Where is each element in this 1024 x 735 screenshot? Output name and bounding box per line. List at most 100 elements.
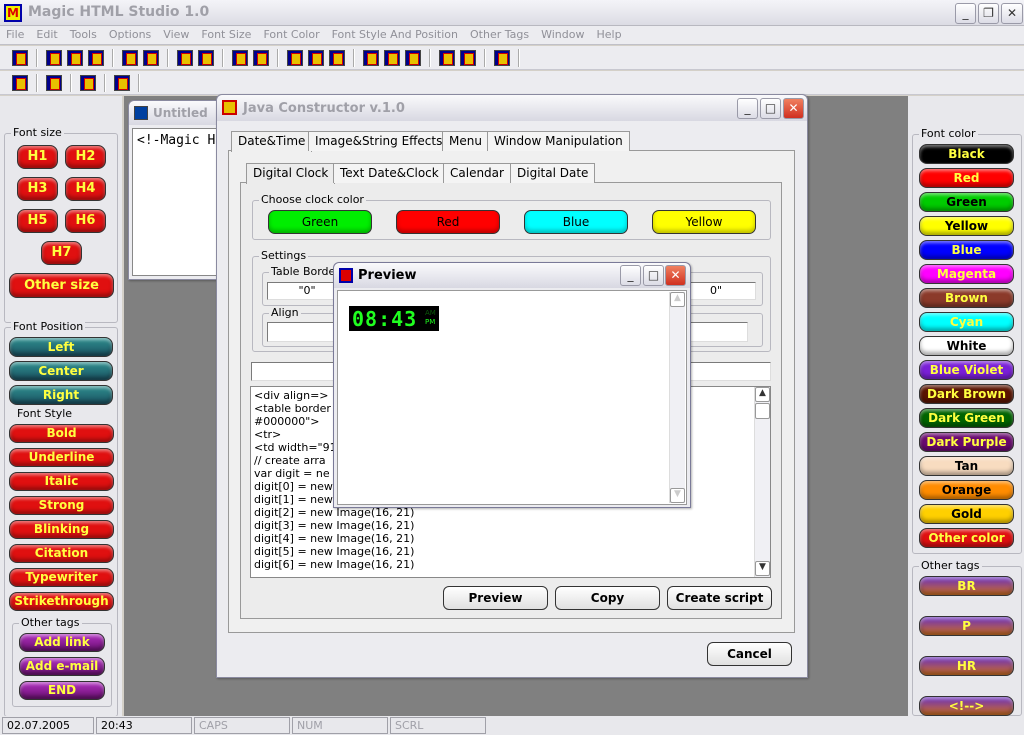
color-tan-button[interactable]: Tan — [919, 456, 1014, 476]
clock-color-blue-button[interactable]: Blue — [524, 210, 628, 234]
menu-font-style-and-position[interactable]: Font Style And Position — [326, 26, 464, 44]
clock-color-green-button[interactable]: Green — [268, 210, 372, 234]
toolbar-icon-button[interactable] — [46, 74, 62, 91]
java-maximize-button[interactable]: □ — [760, 98, 781, 119]
toolbar-icon-button[interactable] — [80, 74, 96, 91]
color-orange-button[interactable]: Orange — [919, 480, 1014, 500]
menu-font-color[interactable]: Font Color — [257, 26, 325, 44]
align-right-button[interactable]: Right — [9, 385, 113, 405]
preview-scrollbar[interactable]: ▲ ▼ — [669, 292, 685, 503]
color-brown-button[interactable]: Brown — [919, 288, 1014, 308]
color-gold-button[interactable]: Gold — [919, 504, 1014, 524]
menu-font-size[interactable]: Font Size — [195, 26, 257, 44]
color-dark-green-button[interactable]: Dark Green — [919, 408, 1014, 428]
toolbar-icon-button[interactable] — [253, 49, 269, 66]
style-blinking-button[interactable]: Blinking — [9, 520, 114, 539]
preview-scroll-up-icon[interactable]: ▲ — [670, 292, 685, 307]
java-minimize-button[interactable]: _ — [737, 98, 758, 119]
font-size-h5-button[interactable]: H5 — [17, 209, 58, 233]
cancel-button[interactable]: Cancel — [707, 642, 792, 666]
color-green-button[interactable]: Green — [919, 192, 1014, 212]
subtab-digital-date[interactable]: Digital Date — [510, 163, 596, 183]
close-button[interactable]: ✕ — [1001, 3, 1023, 24]
tag-hr-button[interactable]: HR — [919, 656, 1014, 676]
tag-end-button[interactable]: END — [19, 681, 105, 700]
align-center-button[interactable]: Center — [9, 361, 113, 381]
color-other-color-button[interactable]: Other color — [919, 528, 1014, 548]
tag-add-e-mail-button[interactable]: Add e-mail — [19, 657, 105, 676]
tab-image-string-effects[interactable]: Image&String Effects — [308, 131, 450, 151]
color-white-button[interactable]: White — [919, 336, 1014, 356]
minimize-button[interactable]: _ — [955, 3, 976, 24]
font-size-h4-button[interactable]: H4 — [65, 177, 106, 201]
menu-options[interactable]: Options — [103, 26, 157, 44]
toolbar-icon-button[interactable] — [67, 49, 83, 66]
menu-tools[interactable]: Tools — [64, 26, 103, 44]
tab-menu[interactable]: Menu — [442, 131, 489, 151]
toolbar-icon-button[interactable] — [177, 49, 193, 66]
toolbar-icon-button[interactable] — [287, 49, 303, 66]
menu-other-tags[interactable]: Other Tags — [464, 26, 535, 44]
color-dark-purple-button[interactable]: Dark Purple — [919, 432, 1014, 452]
clock-color-yellow-button[interactable]: Yellow — [652, 210, 756, 234]
tag-add-link-button[interactable]: Add link — [19, 633, 105, 652]
menu-file[interactable]: File — [0, 26, 30, 44]
other-size-button[interactable]: Other size — [9, 273, 114, 298]
toolbar-icon-button[interactable] — [329, 49, 345, 66]
subtab-calendar[interactable]: Calendar — [443, 163, 511, 183]
style-typewriter-button[interactable]: Typewriter — [9, 568, 114, 587]
preview-scroll-down-icon[interactable]: ▼ — [670, 488, 685, 503]
style-bold-button[interactable]: Bold — [9, 424, 114, 443]
scroll-up-icon[interactable]: ▲ — [755, 387, 770, 402]
tab-date-time[interactable]: Date&Time — [231, 131, 313, 152]
tag-p-button[interactable]: P — [919, 616, 1014, 636]
toolbar-icon-button[interactable] — [308, 49, 324, 66]
color-magenta-button[interactable]: Magenta — [919, 264, 1014, 284]
create-script-button[interactable]: Create script — [667, 586, 772, 610]
toolbar-icon-button[interactable] — [439, 49, 455, 66]
toolbar-icon-button[interactable] — [363, 49, 379, 66]
toolbar-icon-button[interactable] — [460, 49, 476, 66]
style-underline-button[interactable]: Underline — [9, 448, 114, 467]
toolbar-icon-button[interactable] — [88, 49, 104, 66]
color-cyan-button[interactable]: Cyan — [919, 312, 1014, 332]
font-size-h3-button[interactable]: H3 — [17, 177, 58, 201]
toolbar-icon-button[interactable] — [143, 49, 159, 66]
toolbar-icon-button[interactable] — [46, 49, 62, 66]
toolbar-icon-button[interactable] — [384, 49, 400, 66]
color-dark-brown-button[interactable]: Dark Brown — [919, 384, 1014, 404]
java-close-button[interactable]: ✕ — [783, 98, 804, 119]
color-black-button[interactable]: Black — [919, 144, 1014, 164]
style-citation-button[interactable]: Citation — [9, 544, 114, 563]
preview-button[interactable]: Preview — [443, 586, 548, 610]
toolbar-icon-button[interactable] — [114, 74, 130, 91]
color-red-button[interactable]: Red — [919, 168, 1014, 188]
toolbar-icon-button[interactable] — [198, 49, 214, 66]
color-yellow-button[interactable]: Yellow — [919, 216, 1014, 236]
toolbar-icon-button[interactable] — [232, 49, 248, 66]
toolbar-icon-button[interactable] — [12, 49, 28, 66]
subtab-text-date-clock[interactable]: Text Date&Clock — [333, 163, 446, 183]
menu-view[interactable]: View — [157, 26, 195, 44]
toolbar-icon-button[interactable] — [12, 74, 28, 91]
menu-edit[interactable]: Edit — [30, 26, 63, 44]
font-size-h1-button[interactable]: H1 — [17, 145, 58, 169]
style-strong-button[interactable]: Strong — [9, 496, 114, 515]
color-blue-violet-button[interactable]: Blue Violet — [919, 360, 1014, 380]
font-size-h6-button[interactable]: H6 — [65, 209, 106, 233]
clock-color-red-button[interactable]: Red — [396, 210, 500, 234]
preview-close-button[interactable]: ✕ — [665, 265, 686, 286]
editor-area[interactable]: <!-Magic H — [132, 128, 224, 276]
style-italic-button[interactable]: Italic — [9, 472, 114, 491]
color-blue-button[interactable]: Blue — [919, 240, 1014, 260]
copy-button[interactable]: Copy — [555, 586, 660, 610]
code-scrollbar[interactable]: ▲ ▼ — [754, 387, 770, 577]
style-strikethrough-button[interactable]: Strikethrough — [9, 592, 114, 611]
toolbar-icon-button[interactable] — [122, 49, 138, 66]
scroll-thumb[interactable] — [755, 403, 770, 419]
font-size-h2-button[interactable]: H2 — [65, 145, 106, 169]
menu-window[interactable]: Window — [535, 26, 590, 44]
toolbar-icon-button[interactable] — [405, 49, 421, 66]
tag-comment-button[interactable]: <!--> — [919, 696, 1014, 716]
restore-button[interactable]: ❐ — [978, 3, 999, 24]
